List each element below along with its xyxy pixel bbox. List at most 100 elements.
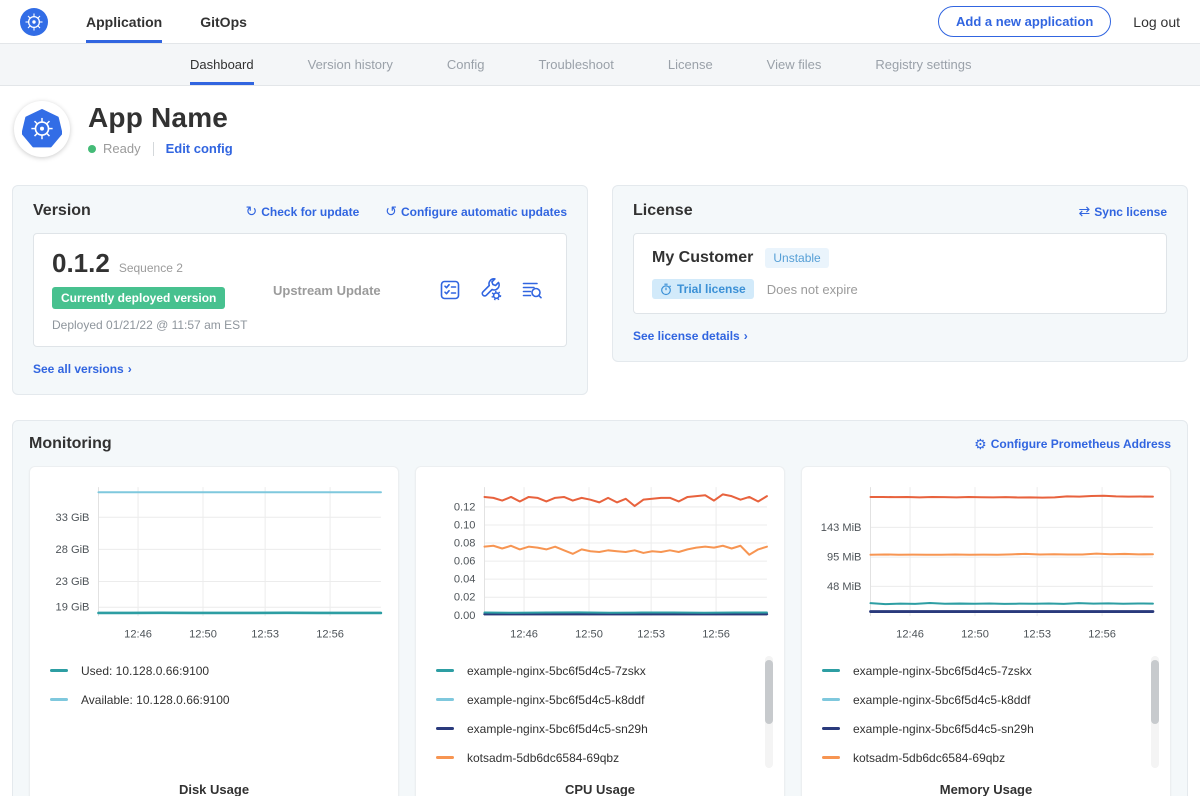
status-dot-icon: [88, 145, 96, 153]
svg-text:12:46: 12:46: [510, 628, 538, 640]
tab-config[interactable]: Config: [447, 44, 485, 85]
svg-text:28 GiB: 28 GiB: [56, 544, 90, 556]
tab-license[interactable]: License: [668, 44, 713, 85]
configure-auto-updates-link[interactable]: ↺Configure automatic updates: [385, 203, 567, 220]
deployed-timestamp: Deployed 01/21/22 @ 11:57 am EST: [52, 318, 267, 332]
legend-swatch-icon: [822, 669, 840, 672]
check-for-update-link[interactable]: ↻Check for update: [246, 203, 360, 220]
svg-text:0.10: 0.10: [454, 520, 476, 532]
add-application-button[interactable]: Add a new application: [938, 6, 1111, 37]
svg-text:0.04: 0.04: [454, 574, 476, 586]
currently-deployed-badge: Currently deployed version: [52, 287, 225, 309]
svg-text:19 GiB: 19 GiB: [56, 602, 90, 614]
edit-config-link[interactable]: Edit config: [166, 141, 233, 156]
svg-text:0.00: 0.00: [454, 610, 476, 622]
legend-item: Used: 10.128.0.66:9100: [50, 656, 388, 685]
logout-button[interactable]: Log out: [1133, 14, 1180, 30]
svg-text:12:53: 12:53: [251, 628, 279, 640]
app-logo-icon: [14, 101, 70, 157]
svg-text:0.12: 0.12: [454, 501, 476, 513]
svg-text:0.08: 0.08: [454, 538, 476, 550]
legend-label: example-nginx-5bc6f5d4c5-k8ddf: [467, 693, 644, 707]
memory-usage-chart: 143 MiB95 MiB48 MiB12:4612:5012:5312:56: [812, 479, 1160, 648]
legend-item: kotsadm-5db6dc6584-69qbz: [436, 743, 774, 772]
legend-item: Available: 10.128.0.66:9100: [50, 685, 388, 714]
top-nav: Application GitOps Add a new application…: [0, 0, 1200, 44]
legend-scrollbar[interactable]: [765, 656, 773, 768]
svg-text:12:50: 12:50: [575, 628, 603, 640]
upstream-update-label: Upstream Update: [267, 283, 438, 298]
app-header: App Name Ready Edit config: [0, 86, 1200, 175]
legend-swatch-icon: [436, 756, 454, 759]
refresh-icon: ↻: [246, 203, 258, 219]
license-card-title: License: [633, 202, 693, 220]
see-all-versions-link[interactable]: See all versions›: [33, 362, 132, 376]
svg-text:12:53: 12:53: [1023, 628, 1051, 640]
legend-item: example-nginx-5bc6f5d4c5-sn29h: [436, 714, 774, 743]
tab-version-history[interactable]: Version history: [308, 44, 393, 85]
gear-icon: ⚙: [974, 436, 987, 453]
view-logs-icon[interactable]: [520, 278, 544, 302]
legend-item: example-nginx-5bc6f5d4c5-sn29h: [822, 714, 1160, 743]
legend-label: kotsadm-5db6dc6584-69qbz: [853, 751, 1005, 765]
sync-license-link[interactable]: ⇄Sync license: [1079, 203, 1167, 220]
chart-title: Disk Usage: [40, 782, 388, 796]
tab-registry-settings[interactable]: Registry settings: [875, 44, 971, 85]
see-license-details-link[interactable]: See license details›: [633, 329, 748, 343]
memory-usage-legend: example-nginx-5bc6f5d4c5-7zskx example-ng…: [812, 654, 1160, 780]
legend-label: example-nginx-5bc6f5d4c5-sn29h: [467, 722, 648, 736]
status-badge: Ready: [103, 141, 141, 156]
svg-text:48 MiB: 48 MiB: [827, 581, 861, 593]
license-card: License ⇄Sync license My Customer Unstab…: [612, 185, 1188, 362]
legend-scrollbar[interactable]: [1151, 656, 1159, 768]
channel-badge: Unstable: [765, 248, 828, 268]
cpu-usage-chart-card: 0.120.100.080.060.040.020.0012:4612:5012…: [415, 466, 785, 796]
app-sub-nav: Dashboard Version history Config Trouble…: [0, 44, 1200, 86]
svg-text:12:46: 12:46: [896, 628, 924, 640]
preflight-checks-icon[interactable]: [438, 278, 462, 302]
tab-gitops[interactable]: GitOps: [200, 0, 247, 43]
chevron-right-icon: ›: [128, 362, 132, 376]
disk-usage-legend: Used: 10.128.0.66:9100 Available: 10.128.…: [40, 654, 388, 780]
chart-title: Memory Usage: [812, 782, 1160, 796]
svg-text:0.02: 0.02: [454, 592, 476, 604]
legend-label: Used: 10.128.0.66:9100: [81, 664, 209, 678]
trial-license-badge: Trial license: [652, 279, 754, 299]
sequence-label: Sequence 2: [119, 261, 183, 275]
svg-text:12:50: 12:50: [189, 628, 217, 640]
svg-text:23 GiB: 23 GiB: [56, 576, 90, 588]
memory-usage-chart-card: 143 MiB95 MiB48 MiB12:4612:5012:5312:56 …: [801, 466, 1171, 796]
monitoring-title: Monitoring: [29, 435, 112, 453]
legend-swatch-icon: [436, 727, 454, 730]
monitoring-panel: Monitoring ⚙Configure Prometheus Address…: [12, 420, 1188, 796]
legend-label: example-nginx-5bc6f5d4c5-k8ddf: [853, 693, 1030, 707]
stopwatch-icon: [660, 283, 672, 296]
cpu-usage-legend: example-nginx-5bc6f5d4c5-7zskx example-ng…: [426, 654, 774, 780]
svg-text:12:53: 12:53: [637, 628, 665, 640]
tab-dashboard[interactable]: Dashboard: [190, 44, 254, 85]
svg-text:12:50: 12:50: [961, 628, 989, 640]
svg-text:12:56: 12:56: [702, 628, 730, 640]
version-card-title: Version: [33, 202, 91, 220]
tab-view-files[interactable]: View files: [767, 44, 822, 85]
legend-swatch-icon: [50, 669, 68, 672]
chevron-right-icon: ›: [744, 329, 748, 343]
legend-swatch-icon: [50, 698, 68, 701]
tab-application[interactable]: Application: [86, 0, 162, 43]
legend-swatch-icon: [436, 669, 454, 672]
svg-text:143 MiB: 143 MiB: [821, 522, 862, 534]
legend-swatch-icon: [436, 698, 454, 701]
svg-text:12:56: 12:56: [316, 628, 344, 640]
legend-label: example-nginx-5bc6f5d4c5-7zskx: [467, 664, 646, 678]
legend-swatch-icon: [822, 727, 840, 730]
tab-troubleshoot[interactable]: Troubleshoot: [538, 44, 613, 85]
legend-swatch-icon: [822, 698, 840, 701]
disk-usage-chart-card: 33 GiB28 GiB23 GiB19 GiB12:4612:5012:531…: [29, 466, 399, 796]
configure-prometheus-link[interactable]: ⚙Configure Prometheus Address: [974, 436, 1171, 453]
kubernetes-logo-icon: [20, 8, 48, 36]
legend-item: kotsadm-5db6dc6584-69qbz: [822, 743, 1160, 772]
legend-item: example-nginx-5bc6f5d4c5-k8ddf: [436, 685, 774, 714]
configure-wrench-icon[interactable]: [479, 278, 503, 302]
legend-label: kotsadm-5db6dc6584-69qbz: [467, 751, 619, 765]
legend-label: example-nginx-5bc6f5d4c5-7zskx: [853, 664, 1032, 678]
